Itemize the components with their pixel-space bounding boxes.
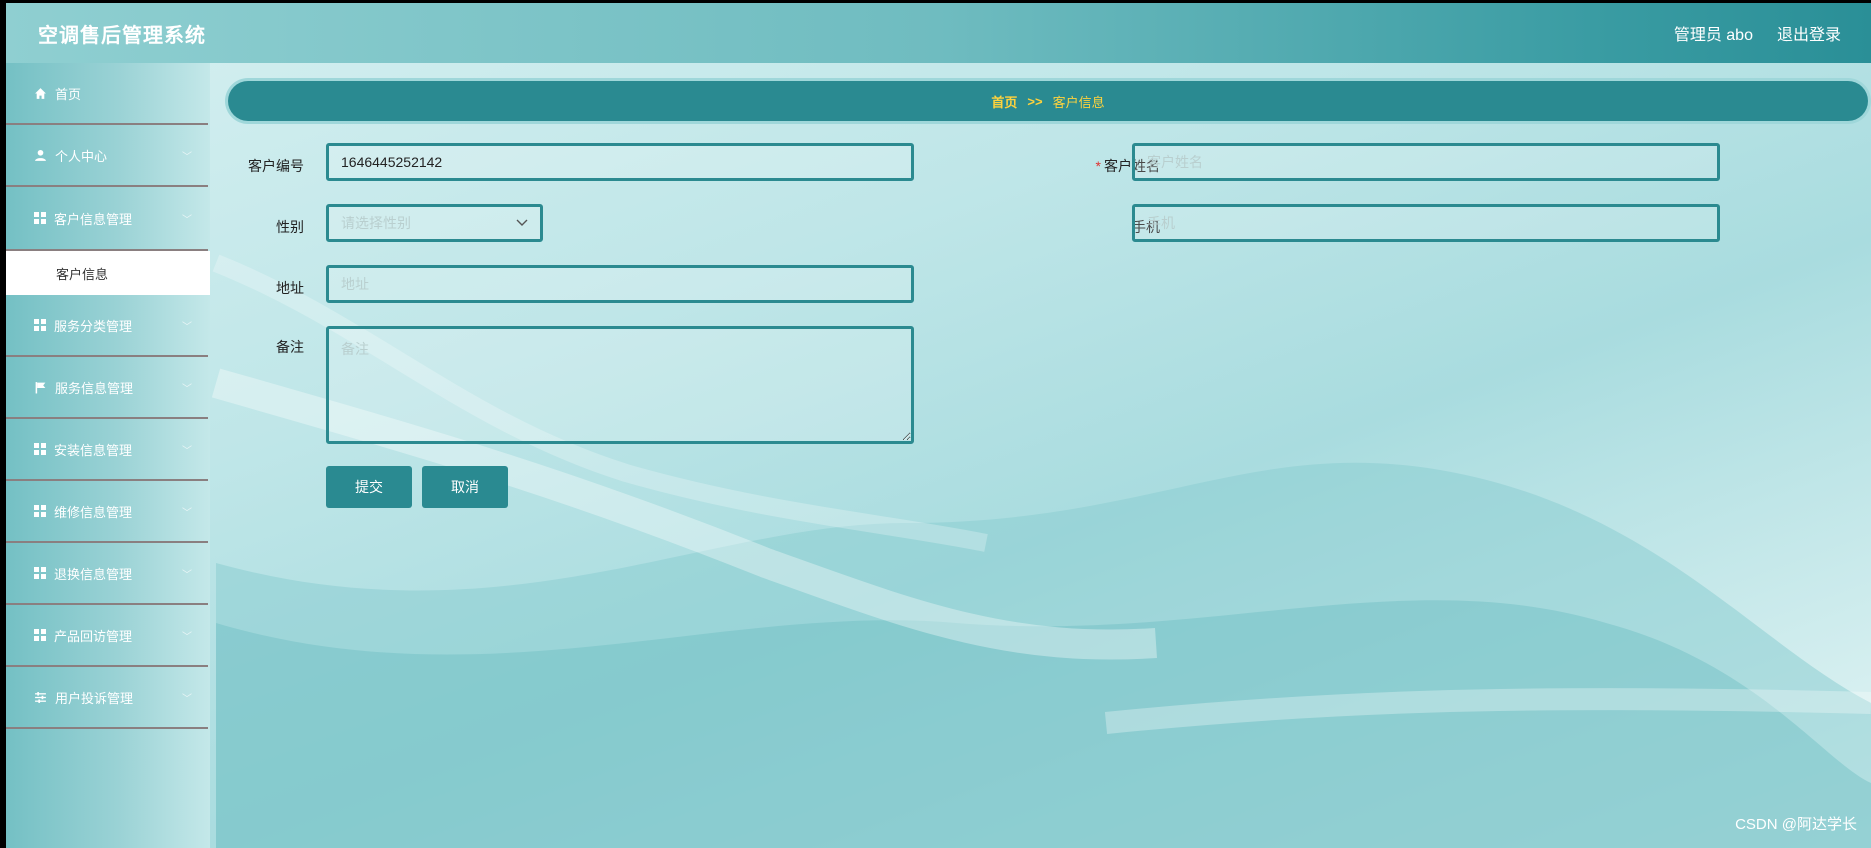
- sidebar-item-label: 安装信息管理: [54, 442, 133, 458]
- chevron-down-icon: [516, 219, 528, 226]
- top-bar: 空调售后管理系统 管理员 abo 退出登录: [6, 3, 1871, 63]
- app-title: 空调售后管理系统: [38, 24, 206, 47]
- gender-label: 性别: [276, 219, 304, 235]
- chevron-down-icon: ﹀: [182, 321, 192, 333]
- app-window: 空调售后管理系统 管理员 abo 退出登录 首页 个人中心 ﹀ 客户信息管理 ﹀: [6, 3, 1871, 848]
- sidebar-subitem-customer-info[interactable]: 客户信息: [6, 251, 210, 295]
- breadcrumb-separator: >>: [1027, 93, 1043, 109]
- gender-select[interactable]: 请选择性别: [326, 204, 543, 242]
- submit-button[interactable]: 提交: [326, 466, 412, 508]
- address-label: 地址: [276, 280, 304, 296]
- grid-icon: [34, 212, 46, 224]
- chevron-down-icon: ﹀: [182, 214, 192, 226]
- sidebar-item-installation[interactable]: 安装信息管理 ﹀: [6, 419, 208, 481]
- main-content: 首页 >> 客户信息 客户编号 *客户姓名 性别 请选择性别 手机 地址 备注 …: [210, 63, 1871, 848]
- chevron-down-icon: ﹀: [182, 507, 192, 519]
- top-right-actions: 管理员 abo 退出登录: [1674, 21, 1841, 45]
- grid-icon: [34, 319, 46, 331]
- sidebar-item-label: 服务信息管理: [55, 380, 134, 396]
- chevron-down-icon: ﹀: [182, 569, 192, 581]
- user-icon: [35, 149, 46, 161]
- sidebar-item-repair[interactable]: 维修信息管理 ﹀: [6, 481, 208, 543]
- grid-icon: [34, 629, 46, 641]
- customer-no-input[interactable]: [326, 143, 914, 181]
- chevron-down-icon: ﹀: [182, 445, 192, 457]
- grid-icon: [34, 505, 46, 517]
- breadcrumb-current: 客户信息: [1052, 94, 1105, 110]
- watermark-text: CSDN @阿达学长: [1735, 816, 1857, 833]
- sidebar-item-label: 维修信息管理: [54, 504, 133, 520]
- sidebar-item-home[interactable]: 首页: [6, 63, 208, 125]
- sidebar-item-profile[interactable]: 个人中心 ﹀: [6, 125, 208, 187]
- required-mark: *: [1095, 158, 1101, 174]
- sidebar-item-label: 用户投诉管理: [55, 690, 134, 706]
- grid-icon: [34, 443, 46, 455]
- flag-icon: [35, 381, 46, 393]
- chevron-down-icon: ﹀: [182, 693, 192, 705]
- breadcrumb: 首页 >> 客户信息: [228, 81, 1868, 121]
- cancel-button[interactable]: 取消: [422, 466, 508, 508]
- sidebar-item-label: 首页: [55, 86, 82, 102]
- remark-label: 备注: [276, 339, 304, 355]
- chevron-down-icon: ﹀: [182, 631, 192, 643]
- current-user-label[interactable]: 管理员 abo: [1674, 21, 1753, 45]
- chevron-down-icon: ﹀: [182, 151, 192, 163]
- sidebar: 首页 个人中心 ﹀ 客户信息管理 ﹀ 客户信息 服务分类管理 ﹀ 服务信息管理 …: [6, 63, 210, 848]
- sidebar-item-label: 产品回访管理: [54, 628, 133, 644]
- sidebar-item-return-exchange[interactable]: 退换信息管理 ﹀: [6, 543, 208, 605]
- chevron-down-icon: ﹀: [182, 383, 192, 395]
- sidebar-item-service-info[interactable]: 服务信息管理 ﹀: [6, 357, 208, 419]
- address-input[interactable]: [326, 265, 914, 303]
- customer-name-input[interactable]: [1132, 143, 1720, 181]
- sidebar-item-label: 个人中心: [55, 148, 108, 164]
- sliders-icon: [35, 691, 46, 703]
- gender-select-placeholder: 请选择性别: [341, 215, 411, 231]
- sidebar-item-label: 服务分类管理: [54, 318, 133, 334]
- sidebar-item-label: 客户信息管理: [54, 211, 133, 227]
- sidebar-item-product-revisit[interactable]: 产品回访管理 ﹀: [6, 605, 208, 667]
- sidebar-item-service-category[interactable]: 服务分类管理 ﹀: [6, 295, 208, 357]
- remark-textarea[interactable]: [326, 326, 914, 444]
- sidebar-item-label: 退换信息管理: [54, 566, 133, 582]
- sidebar-item-complaints[interactable]: 用户投诉管理 ﹀: [6, 667, 208, 729]
- breadcrumb-home-link[interactable]: 首页: [991, 92, 1017, 111]
- phone-input[interactable]: [1132, 204, 1720, 242]
- sidebar-item-customer-management[interactable]: 客户信息管理 ﹀: [6, 187, 208, 249]
- home-icon: [35, 87, 46, 99]
- grid-icon: [34, 567, 46, 579]
- logout-button[interactable]: 退出登录: [1777, 21, 1841, 45]
- customer-no-label: 客户编号: [248, 158, 304, 174]
